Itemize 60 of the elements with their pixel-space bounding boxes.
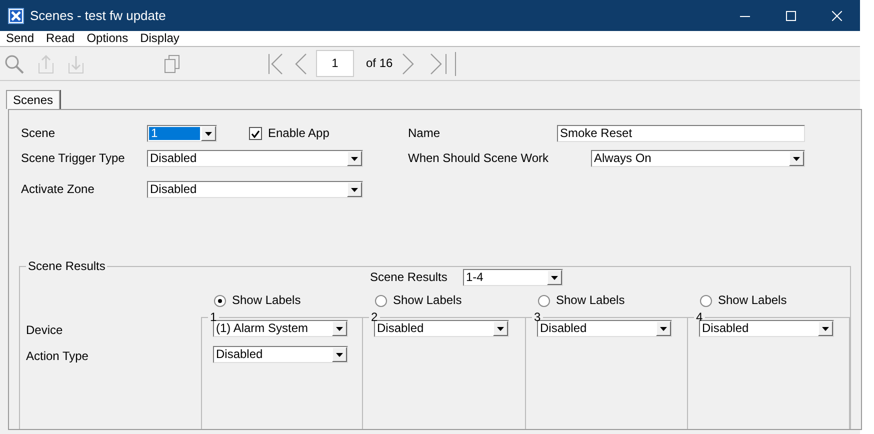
menu-item[interactable]: Send	[0, 31, 40, 46]
window-title: Scenes - test fw update	[30, 8, 166, 24]
dropdown-arrow-icon	[336, 352, 343, 356]
dropdown[interactable]: 1-4	[463, 269, 563, 286]
radio-label: Show Labels	[718, 293, 787, 308]
dropdown-arrow-icon	[497, 326, 504, 330]
field-label: When Should Scene Work	[408, 151, 550, 166]
dropdown[interactable]: Disabled	[537, 320, 672, 337]
group-number: 3	[533, 311, 541, 323]
search-icon[interactable]	[4, 54, 24, 74]
field-label: Scene Trigger Type	[21, 151, 126, 166]
dropdown-arrow-icon	[551, 276, 558, 280]
group-number: 2	[370, 311, 378, 323]
dropdown-arrow-icon	[793, 156, 800, 160]
menu-item[interactable]: Display	[134, 31, 186, 46]
dropdown[interactable]: Disabled	[147, 181, 363, 198]
radio-button[interactable]	[538, 294, 550, 306]
dropdown-arrow-icon	[351, 188, 358, 192]
dropdown[interactable]: (1) Alarm System	[213, 320, 348, 337]
radio-button[interactable]	[700, 294, 712, 306]
radio-button[interactable]	[375, 294, 387, 306]
menu-item[interactable]: Read	[40, 31, 81, 46]
name-field[interactable]: Smoke Reset	[557, 125, 805, 142]
group-title: Scene Results	[27, 260, 106, 272]
app-logo-icon	[8, 8, 24, 24]
dropdown[interactable]: Always On	[591, 150, 805, 167]
checkbox-label: Enable App	[268, 126, 330, 141]
dropdown-arrow-icon	[336, 326, 343, 330]
copy-icon[interactable]	[164, 54, 180, 74]
group-number: 1	[209, 311, 217, 323]
page-count: of 16	[366, 56, 393, 71]
dropdown-arrow-icon	[822, 326, 829, 330]
radio-label: Show Labels	[232, 293, 301, 308]
dropdown[interactable]: Disabled	[147, 150, 363, 167]
radio-label: Show Labels	[393, 293, 462, 308]
dropdown[interactable]: Disabled	[213, 346, 348, 363]
row-label: Action Type	[26, 349, 90, 365]
checkmark-icon	[251, 130, 260, 138]
radio-label: Show Labels	[556, 293, 625, 308]
menu-item[interactable]: Options	[80, 31, 134, 46]
field-label: Activate Zone	[21, 182, 96, 197]
dropdown[interactable]: Disabled	[699, 320, 834, 337]
radio-button[interactable]	[214, 294, 226, 306]
row-label: Device	[26, 323, 64, 339]
field-label: Scene	[21, 126, 56, 141]
field-label: Name	[408, 126, 442, 141]
page-number-field[interactable]: 1	[316, 50, 354, 77]
next-page-icon[interactable]	[400, 52, 415, 76]
previous-page-icon[interactable]	[294, 52, 308, 76]
group-number: 4	[695, 311, 703, 323]
dropdown-arrow-icon	[351, 156, 358, 160]
dropdown-arrow-icon	[205, 132, 212, 136]
scene-dropdown[interactable]: 1	[147, 125, 217, 142]
dropdown-arrow-icon	[660, 326, 667, 330]
field-label: Scene Results	[370, 270, 448, 285]
close-icon[interactable]	[832, 10, 842, 20]
checkbox[interactable]	[249, 127, 262, 140]
dropdown[interactable]: Disabled	[374, 320, 509, 337]
maximize-icon[interactable]	[786, 10, 796, 20]
tab[interactable]: Scenes	[6, 90, 60, 109]
